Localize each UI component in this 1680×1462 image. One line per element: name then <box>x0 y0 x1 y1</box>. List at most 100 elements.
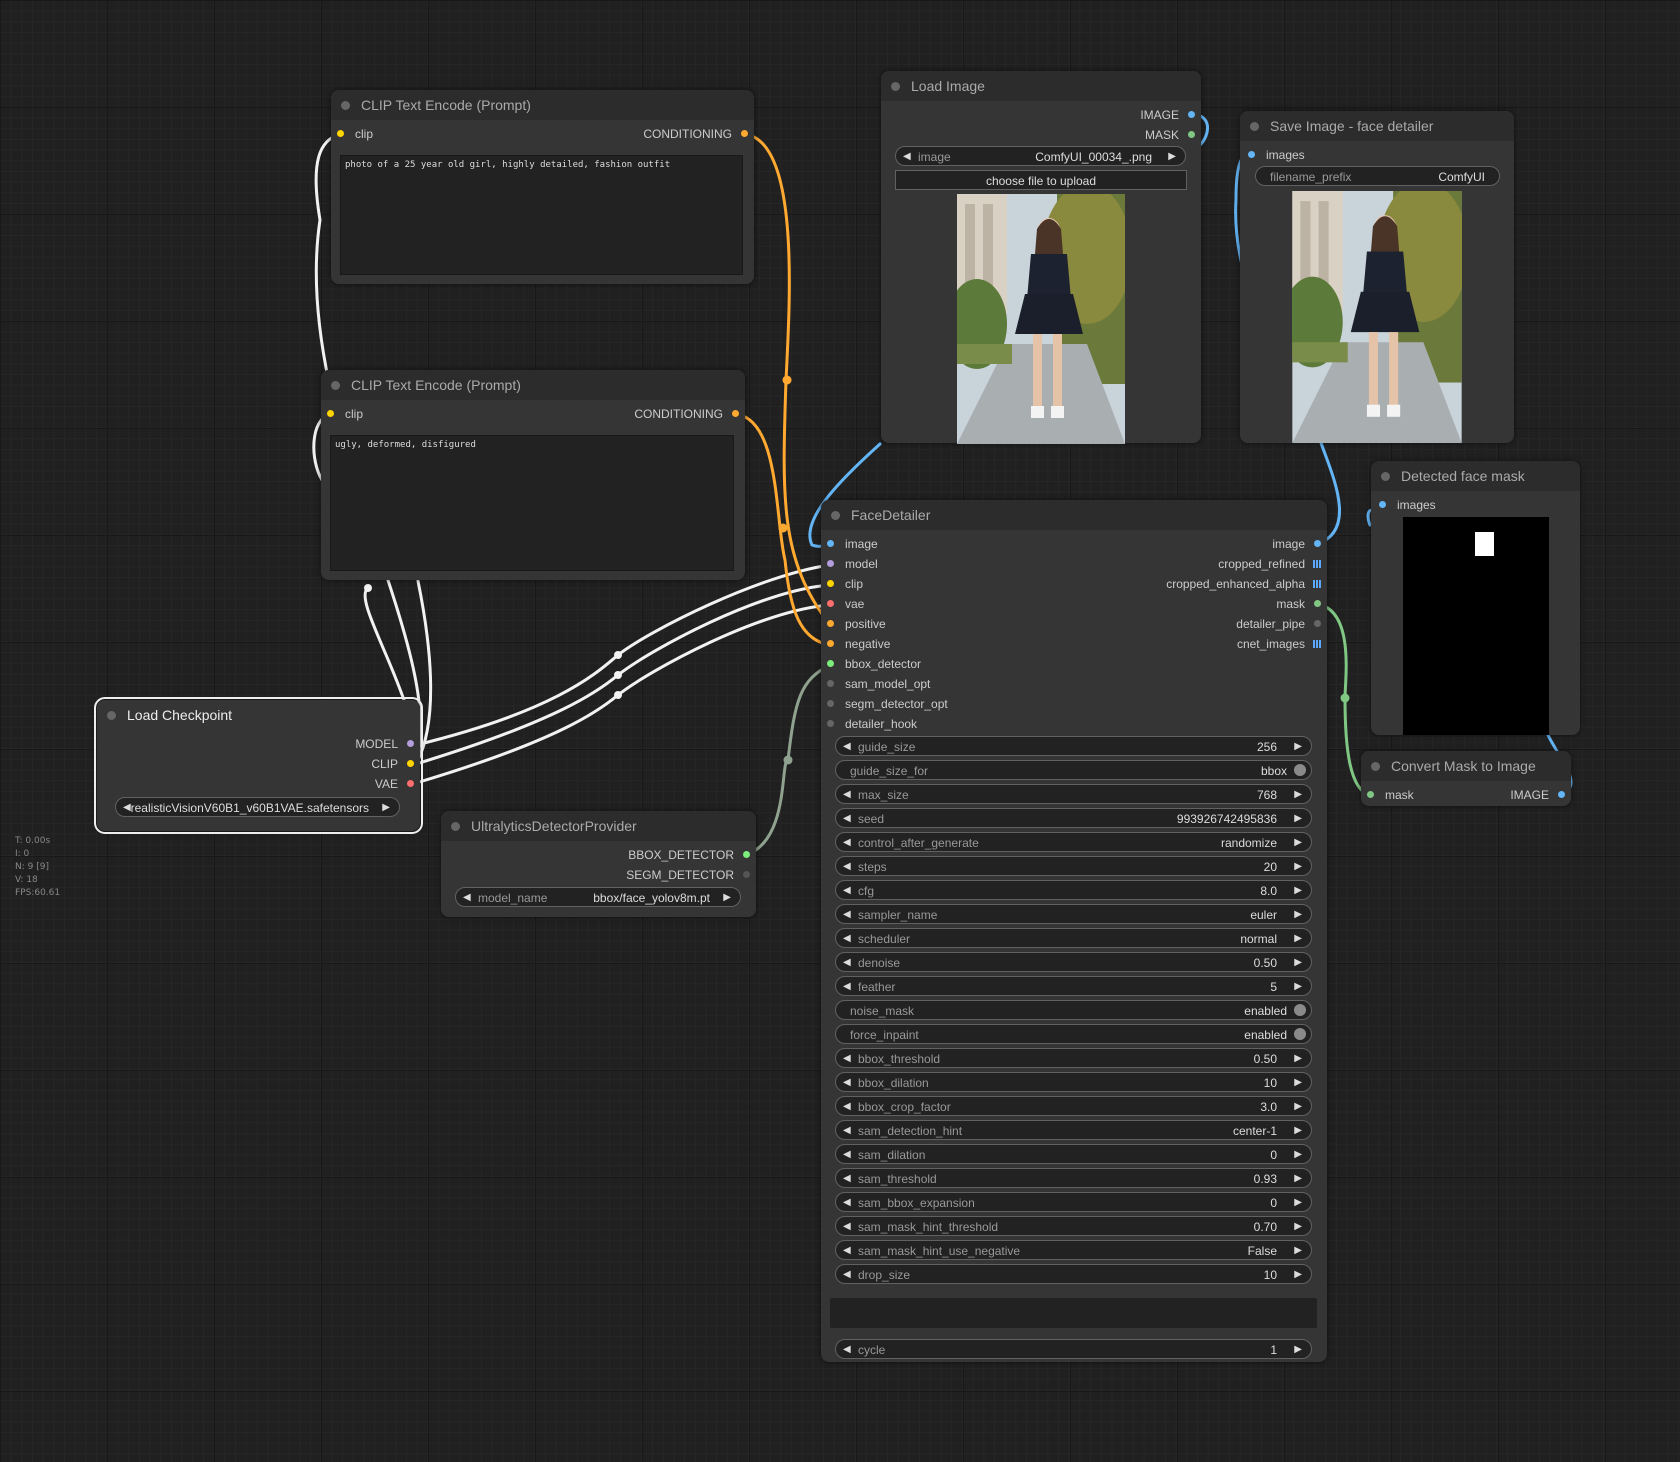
input-clip[interactable]: clip <box>337 124 373 144</box>
image-output-pin-icon[interactable] <box>1188 111 1195 118</box>
output-vae[interactable]: VAE <box>375 774 414 794</box>
clip-output-pin-icon[interactable] <box>407 760 414 767</box>
arrow-right-icon[interactable]: ▶ <box>382 798 390 818</box>
collapse-dot-icon[interactable] <box>341 101 350 110</box>
widget-drop-size[interactable]: ◀ drop_size 10 ▶ <box>835 1264 1312 1284</box>
collapse-dot-icon[interactable] <box>107 711 116 720</box>
arrow-right-icon[interactable]: ▶ <box>1294 1217 1302 1237</box>
cycle-widget[interactable]: ◀ cycle 1 ▶ <box>835 1339 1312 1359</box>
widget-bbox-crop-factor[interactable]: ◀ bbox_crop_factor 3.0 ▶ <box>835 1096 1312 1116</box>
collapse-dot-icon[interactable] <box>331 381 340 390</box>
mask-output-pin-icon[interactable] <box>1188 131 1195 138</box>
arrow-right-icon[interactable]: ▶ <box>1294 809 1302 829</box>
segm-output-pin-icon[interactable] <box>743 871 750 878</box>
prompt-textarea[interactable]: ugly, deformed, disfigured <box>330 435 734 571</box>
input-sam-model-opt[interactable]: sam_model_opt <box>827 674 930 694</box>
arrow-left-icon[interactable]: ◀ <box>843 953 851 973</box>
output-conditioning[interactable]: CONDITIONING <box>634 404 739 424</box>
output-bbox-detector[interactable]: BBOX_DETECTOR <box>628 845 750 865</box>
output-image[interactable]: IMAGE <box>1140 105 1195 125</box>
arrow-right-icon[interactable]: ▶ <box>1168 147 1176 167</box>
detailer-hook-input-pin-icon[interactable] <box>827 720 834 727</box>
input-model[interactable]: model <box>827 554 878 574</box>
widget-seed[interactable]: ◀ seed 993926742495836 ▶ <box>835 808 1312 828</box>
arrow-right-icon[interactable]: ▶ <box>1294 1121 1302 1141</box>
collapse-dot-icon[interactable] <box>1381 472 1390 481</box>
widget-max-size[interactable]: ◀ max_size 768 ▶ <box>835 784 1312 804</box>
arrow-left-icon[interactable]: ◀ <box>843 1193 851 1213</box>
mask-input-pin-icon[interactable] <box>1367 791 1374 798</box>
image-selector[interactable]: ◀ image ComfyUI_00034_.png ▶ <box>895 146 1186 166</box>
arrow-right-icon[interactable]: ▶ <box>1294 1193 1302 1213</box>
arrow-right-icon[interactable]: ▶ <box>1294 1049 1302 1069</box>
image-output-pin-icon[interactable] <box>1314 540 1321 547</box>
output-cropped-refined[interactable]: cropped_refined <box>1218 554 1321 574</box>
widget-guide-size-for[interactable]: guide_size_for bbox <box>835 760 1312 780</box>
output-mask[interactable]: MASK <box>1145 125 1195 145</box>
widget-bbox-threshold[interactable]: ◀ bbox_threshold 0.50 ▶ <box>835 1048 1312 1068</box>
node-title[interactable]: Save Image - face detailer <box>1240 111 1514 141</box>
arrow-left-icon[interactable]: ◀ <box>843 977 851 997</box>
input-vae[interactable]: vae <box>827 594 864 614</box>
arrow-right-icon[interactable]: ▶ <box>1294 1265 1302 1285</box>
arrow-left-icon[interactable]: ◀ <box>843 1217 851 1237</box>
arrow-right-icon[interactable]: ▶ <box>1294 929 1302 949</box>
widget-bbox-dilation[interactable]: ◀ bbox_dilation 10 ▶ <box>835 1072 1312 1092</box>
arrow-left-icon[interactable]: ◀ <box>843 929 851 949</box>
output-clip[interactable]: CLIP <box>371 754 414 774</box>
widget-guide-size[interactable]: ◀ guide_size 256 ▶ <box>835 736 1312 756</box>
output-segm-detector[interactable]: SEGM_DETECTOR <box>626 865 750 885</box>
output-image[interactable]: IMAGE <box>1510 785 1565 805</box>
node-ultralytics-detector-provider[interactable]: UltralyticsDetectorProvider BBOX_DETECTO… <box>441 811 756 917</box>
images-input-pin-icon[interactable] <box>1248 151 1255 158</box>
widget-cfg[interactable]: ◀ cfg 8.0 ▶ <box>835 880 1312 900</box>
widget-control-after-generate[interactable]: ◀ control_after_generate randomize ▶ <box>835 832 1312 852</box>
arrow-left-icon[interactable]: ◀ <box>843 1049 851 1069</box>
node-title[interactable]: Convert Mask to Image <box>1361 751 1571 781</box>
filename-prefix-field[interactable]: filename_prefix ComfyUI <box>1255 166 1500 186</box>
collapse-dot-icon[interactable] <box>891 82 900 91</box>
model-input-pin-icon[interactable] <box>827 560 834 567</box>
node-title[interactable]: Load Checkpoint <box>97 700 420 730</box>
conditioning-output-pin-icon[interactable] <box>732 410 739 417</box>
collapse-dot-icon[interactable] <box>1371 762 1380 771</box>
node-convert-mask-to-image[interactable]: Convert Mask to Image mask IMAGE <box>1361 751 1571 806</box>
detailer-pipe-output-pin-icon[interactable] <box>1314 620 1321 627</box>
image-output-pin-icon[interactable] <box>1558 791 1565 798</box>
arrow-left-icon[interactable]: ◀ <box>123 798 131 818</box>
collapse-dot-icon[interactable] <box>451 822 460 831</box>
input-positive[interactable]: positive <box>827 614 886 634</box>
node-title[interactable]: Load Image <box>881 71 1201 101</box>
arrow-left-icon[interactable]: ◀ <box>843 1340 851 1360</box>
widget-sam-dilation[interactable]: ◀ sam_dilation 0 ▶ <box>835 1144 1312 1164</box>
model-name-selector[interactable]: ◀ model_name bbox/face_yolov8m.pt ▶ <box>455 887 741 907</box>
bbox-detector-input-pin-icon[interactable] <box>827 660 834 667</box>
positive-input-pin-icon[interactable] <box>827 620 834 627</box>
node-detected-face-mask[interactable]: Detected face mask images <box>1371 461 1580 735</box>
arrow-left-icon[interactable]: ◀ <box>843 1073 851 1093</box>
widget-sam-bbox-expansion[interactable]: ◀ sam_bbox_expansion 0 ▶ <box>835 1192 1312 1212</box>
choose-file-button[interactable]: choose file to upload <box>895 170 1187 190</box>
widget-scheduler[interactable]: ◀ scheduler normal ▶ <box>835 928 1312 948</box>
node-load-checkpoint[interactable]: Load Checkpoint MODEL CLIP VAE ◀ realist… <box>94 697 423 834</box>
output-cropped-enhanced-alpha[interactable]: cropped_enhanced_alpha <box>1166 574 1321 594</box>
vae-output-pin-icon[interactable] <box>407 780 414 787</box>
face-detailer-text-area[interactable] <box>830 1298 1317 1328</box>
arrow-right-icon[interactable]: ▶ <box>723 888 731 908</box>
widget-denoise[interactable]: ◀ denoise 0.50 ▶ <box>835 952 1312 972</box>
arrow-right-icon[interactable]: ▶ <box>1294 977 1302 997</box>
node-title[interactable]: Detected face mask <box>1371 461 1580 491</box>
images-input-pin-icon[interactable] <box>1379 501 1386 508</box>
clip-input-pin-icon[interactable] <box>327 410 334 417</box>
arrow-right-icon[interactable]: ▶ <box>1294 953 1302 973</box>
conditioning-output-pin-icon[interactable] <box>741 130 748 137</box>
list-output-pin-icon[interactable] <box>1313 580 1321 588</box>
arrow-right-icon[interactable]: ▶ <box>1294 1097 1302 1117</box>
arrow-right-icon[interactable]: ▶ <box>1294 737 1302 757</box>
node-clip-text-encode-positive[interactable]: CLIP Text Encode (Prompt) clip CONDITION… <box>331 90 754 284</box>
arrow-right-icon[interactable]: ▶ <box>1294 1145 1302 1165</box>
arrow-left-icon[interactable]: ◀ <box>463 888 471 908</box>
input-segm-detector-opt[interactable]: segm_detector_opt <box>827 694 948 714</box>
toggle-knob-icon[interactable] <box>1294 764 1306 776</box>
widget-feather[interactable]: ◀ feather 5 ▶ <box>835 976 1312 996</box>
